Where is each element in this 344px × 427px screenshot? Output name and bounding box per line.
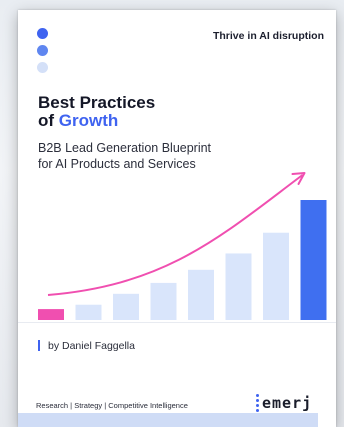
decor-dot bbox=[37, 28, 48, 39]
author-accent-bar bbox=[38, 340, 40, 351]
report-cover[interactable]: Thrive in AI disruption Best Practices o… bbox=[18, 10, 336, 427]
decor-dot bbox=[37, 45, 48, 56]
chart-bar bbox=[225, 253, 252, 320]
cover-title: Best Practices of Growth bbox=[38, 94, 155, 130]
title-accent: Growth bbox=[58, 111, 119, 130]
chart-bar bbox=[188, 269, 214, 320]
growth-chart bbox=[38, 172, 327, 320]
decor-dot bbox=[37, 62, 48, 73]
chart-bar bbox=[300, 200, 327, 320]
footer-tagline: Research | Strategy | Competitive Intell… bbox=[36, 401, 188, 410]
divider bbox=[18, 322, 336, 323]
chart-bar bbox=[150, 282, 177, 320]
bottom-band bbox=[18, 413, 318, 427]
chart-bar bbox=[263, 232, 289, 320]
logo-wordmark: emerj bbox=[262, 394, 313, 412]
tagline: Thrive in AI disruption bbox=[212, 30, 324, 42]
chart-bar bbox=[38, 309, 64, 320]
author-line: by Daniel Faggella bbox=[38, 340, 135, 352]
chart-bar bbox=[75, 304, 102, 320]
subtitle-line-1: B2B Lead Generation Blueprint bbox=[38, 141, 212, 155]
emerj-logo: emerj bbox=[256, 393, 312, 413]
title-prefix: of bbox=[38, 111, 55, 130]
author-name: by Daniel Faggella bbox=[48, 340, 135, 352]
chart-bar bbox=[113, 293, 139, 320]
logo-dots-icon bbox=[256, 393, 259, 413]
title-line-2: of Growth bbox=[38, 112, 155, 130]
title-line-1: Best Practices bbox=[38, 93, 156, 112]
